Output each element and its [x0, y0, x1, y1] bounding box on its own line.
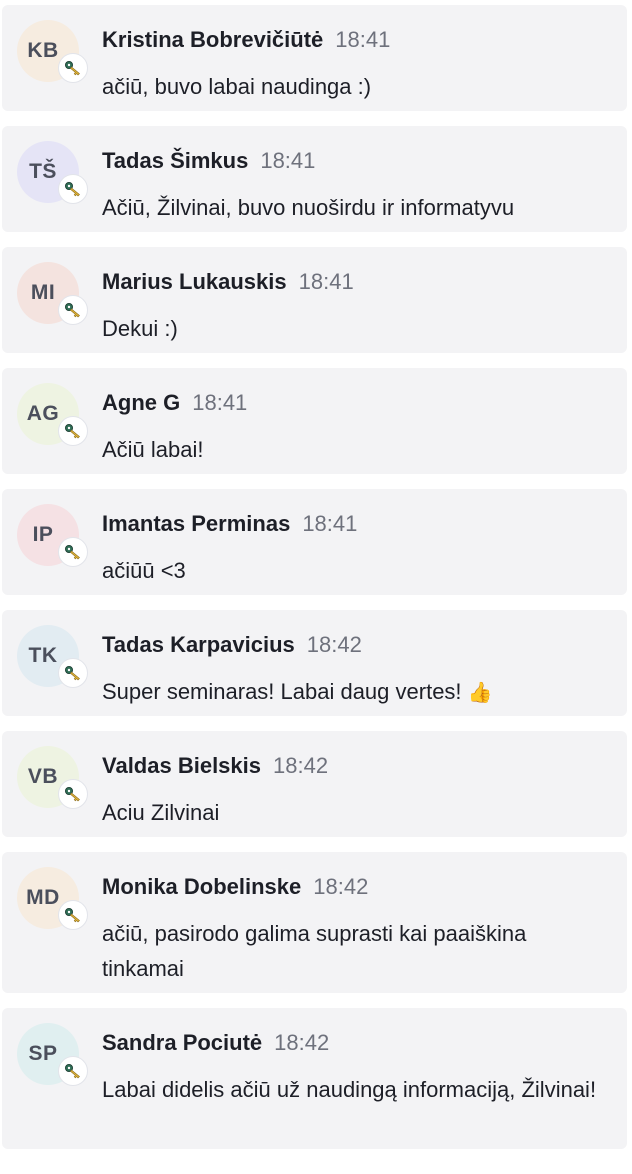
sender-name[interactable]: Agne G: [102, 390, 180, 415]
message-time: 18:42: [274, 1030, 330, 1055]
message-text: Ačiū, Žilvinai, buvo nuoširdu ir informa…: [102, 195, 515, 220]
key-icon: [58, 1056, 88, 1086]
key-icon: [58, 174, 88, 204]
avatar-initials: TŠ: [29, 160, 57, 183]
message-text: ačiū, pasirodo galima suprasti kai paaiš…: [102, 921, 527, 981]
key-icon: [58, 295, 88, 325]
sender-name[interactable]: Marius Lukauskis: [102, 269, 287, 294]
message-time: 18:41: [260, 148, 316, 173]
message-text: ačiūū <3: [102, 558, 186, 583]
message-time: 18:41: [298, 269, 354, 294]
message-item: TK Tadas Karpavicius 18:42 Super seminara…: [2, 610, 627, 716]
message-time: 18:42: [306, 632, 362, 657]
message-time: 18:42: [273, 753, 329, 778]
message-item: MD Monika Dobelinske 18:42 ačiū, pasirodo…: [2, 852, 627, 993]
message-text: Ačiū labai!: [102, 437, 204, 462]
message-text: Super seminaras! Labai daug vertes!: [102, 679, 468, 704]
avatar-initials: VB: [27, 765, 59, 788]
message-item: MI Marius Lukauskis 18:41 Dekui :): [2, 247, 627, 353]
avatar-initials: MI: [30, 281, 56, 304]
key-icon: [58, 416, 88, 446]
message-item: TŠ Tadas Šimkus 18:41 Ačiū, Žilvinai, buv…: [2, 126, 627, 232]
message-text: Aciu Zilvinai: [102, 800, 220, 825]
message-text: Labai didelis ačiū už naudingą informaci…: [102, 1077, 597, 1102]
key-icon: [58, 779, 88, 809]
message-time: 18:41: [335, 27, 391, 52]
key-icon: [58, 900, 88, 930]
message-time: 18:41: [192, 390, 248, 415]
thumbs-up-emoji: 👍: [467, 682, 493, 704]
message-item: VB Valdas Bielskis 18:42 Aciu Zilvinai: [2, 731, 627, 837]
avatar-initials: AG: [26, 402, 60, 425]
message-item: IP Imantas Perminas 18:41 ačiūū <3: [2, 489, 627, 595]
avatar-initials: IP: [32, 523, 54, 546]
sender-name[interactable]: Imantas Perminas: [102, 511, 290, 536]
message-time: 18:42: [313, 874, 369, 899]
key-icon: [58, 53, 88, 83]
sender-name[interactable]: Kristina Bobrevičiūtė: [102, 27, 323, 52]
message-text: Dekui :): [102, 316, 178, 341]
key-icon: [58, 537, 88, 567]
sender-name[interactable]: Tadas Karpavicius: [102, 632, 295, 657]
avatar-initials: KB: [27, 39, 59, 62]
avatar-initials: MD: [26, 886, 60, 909]
sender-name[interactable]: Monika Dobelinske: [102, 874, 301, 899]
message-item: AG Agne G 18:41 Ačiū labai!: [2, 368, 627, 474]
message-text: ačiū, buvo labai naudinga :): [102, 74, 372, 99]
message-item: SP Sandra Pociutė 18:42 Labai didelis ači…: [2, 1008, 627, 1149]
message-time: 18:41: [302, 511, 358, 536]
message-item: KB Kristina Bobrevičiūtė 18:41 ačiū, buvo…: [2, 5, 627, 111]
sender-name[interactable]: Tadas Šimkus: [102, 148, 248, 173]
sender-name[interactable]: Valdas Bielskis: [102, 753, 261, 778]
key-icon: [58, 658, 88, 688]
sender-name[interactable]: Sandra Pociutė: [102, 1030, 262, 1055]
avatar-initials: TK: [28, 644, 58, 667]
avatar-initials: SP: [28, 1042, 58, 1065]
